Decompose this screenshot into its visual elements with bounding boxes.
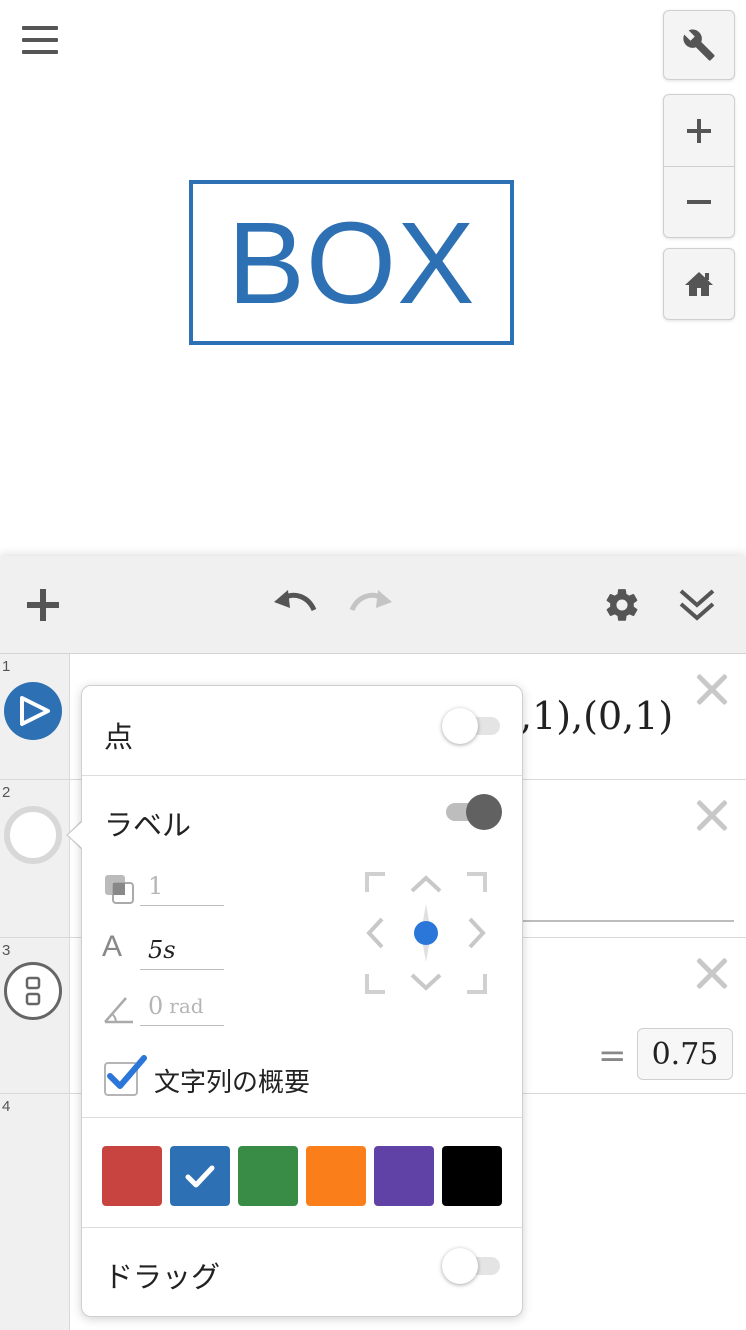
zoom-in-button[interactable]: [664, 95, 734, 166]
empty-circle-icon[interactable]: [4, 806, 62, 864]
double-chevron-down-icon: [679, 589, 715, 621]
drag-toggle[interactable]: [442, 1248, 502, 1284]
anchor-center[interactable]: [409, 902, 443, 964]
anchor-bottom[interactable]: [409, 972, 443, 992]
label-section: ラベル 1 A 5s 0 rad 文字列の概要: [82, 776, 522, 1118]
zoom-out-button[interactable]: [664, 166, 734, 237]
color-section: [82, 1118, 522, 1228]
text-size-icon: A: [102, 930, 123, 963]
zoom-controls: [663, 94, 735, 238]
text-summary-label: 文字列の概要: [154, 1068, 311, 1098]
delete-expression-icon[interactable]: [688, 792, 736, 840]
redo-icon: [349, 590, 392, 612]
anchor-right[interactable]: [467, 916, 487, 950]
points-label: 点: [104, 720, 134, 754]
polygon-play-icon[interactable]: [4, 682, 62, 740]
label-anchor-grid: [365, 872, 487, 994]
points-section: 点: [82, 686, 522, 776]
text-size-field[interactable]: 5s: [140, 930, 224, 970]
anchor-bottom-left[interactable]: [365, 972, 387, 994]
checkmark-icon: [185, 1165, 215, 1188]
home-icon: [685, 272, 713, 296]
color-swatch[interactable]: [442, 1146, 502, 1206]
row-number: 3: [2, 942, 11, 959]
minus-icon: [687, 200, 711, 204]
expression-toolbar: [0, 556, 746, 654]
color-swatch[interactable]: [238, 1146, 298, 1206]
plus-icon: [27, 589, 59, 621]
angle-icon: [104, 997, 133, 1024]
undo-icon: [274, 590, 317, 612]
row-number: 4: [2, 1098, 11, 1115]
undo-button[interactable]: [270, 580, 320, 630]
anchor-bottom-right[interactable]: [465, 972, 487, 994]
delete-expression-icon[interactable]: [688, 666, 736, 714]
hamburger-menu-icon[interactable]: [22, 26, 64, 66]
row-number: 2: [2, 784, 11, 801]
angle-field[interactable]: 0 rad: [140, 986, 224, 1026]
opacity-icon: [105, 875, 134, 904]
redo-button[interactable]: [346, 580, 396, 630]
box-text-label[interactable]: BOX: [189, 180, 514, 345]
text-summary-checkbox[interactable]: [104, 1055, 147, 1096]
color-swatch[interactable]: [170, 1146, 230, 1206]
color-swatch[interactable]: [102, 1146, 162, 1206]
checkmark-icon: [107, 1055, 147, 1089]
color-swatch[interactable]: [306, 1146, 366, 1206]
label-toggle[interactable]: [442, 794, 502, 830]
settings-button[interactable]: [597, 580, 647, 630]
home-button[interactable]: [663, 248, 735, 320]
row-number: 1: [2, 658, 11, 675]
plus-icon: [687, 118, 711, 143]
anchor-top-right[interactable]: [465, 872, 487, 894]
label-label: ラベル: [104, 808, 192, 842]
style-popover: 点 ラベル 1 A 5s 0 rad 文字列の概要 ドラッグ: [81, 685, 523, 1317]
drag-label: ドラッグ: [104, 1260, 221, 1294]
collapse-panel-button[interactable]: [672, 580, 722, 630]
slider-value-input[interactable]: 0.75: [637, 1028, 733, 1080]
anchor-left[interactable]: [365, 916, 385, 950]
wrench-icon[interactable]: [663, 10, 735, 80]
add-expression-button[interactable]: [18, 580, 68, 630]
anchor-top-left[interactable]: [365, 872, 387, 894]
opacity-field[interactable]: 1: [140, 866, 224, 906]
expression-input-underline: [510, 920, 734, 922]
equals-sign: =: [598, 1036, 627, 1076]
color-swatch[interactable]: [374, 1146, 434, 1206]
drag-section: ドラッグ: [82, 1228, 522, 1318]
delete-expression-icon[interactable]: [688, 950, 736, 998]
expression-math[interactable]: ,1),(0,1): [520, 694, 673, 738]
gear-icon: [606, 589, 638, 621]
slider-icon[interactable]: [4, 962, 62, 1020]
graph-canvas[interactable]: BOX: [0, 0, 746, 560]
points-toggle[interactable]: [442, 708, 502, 744]
anchor-top[interactable]: [409, 874, 443, 894]
